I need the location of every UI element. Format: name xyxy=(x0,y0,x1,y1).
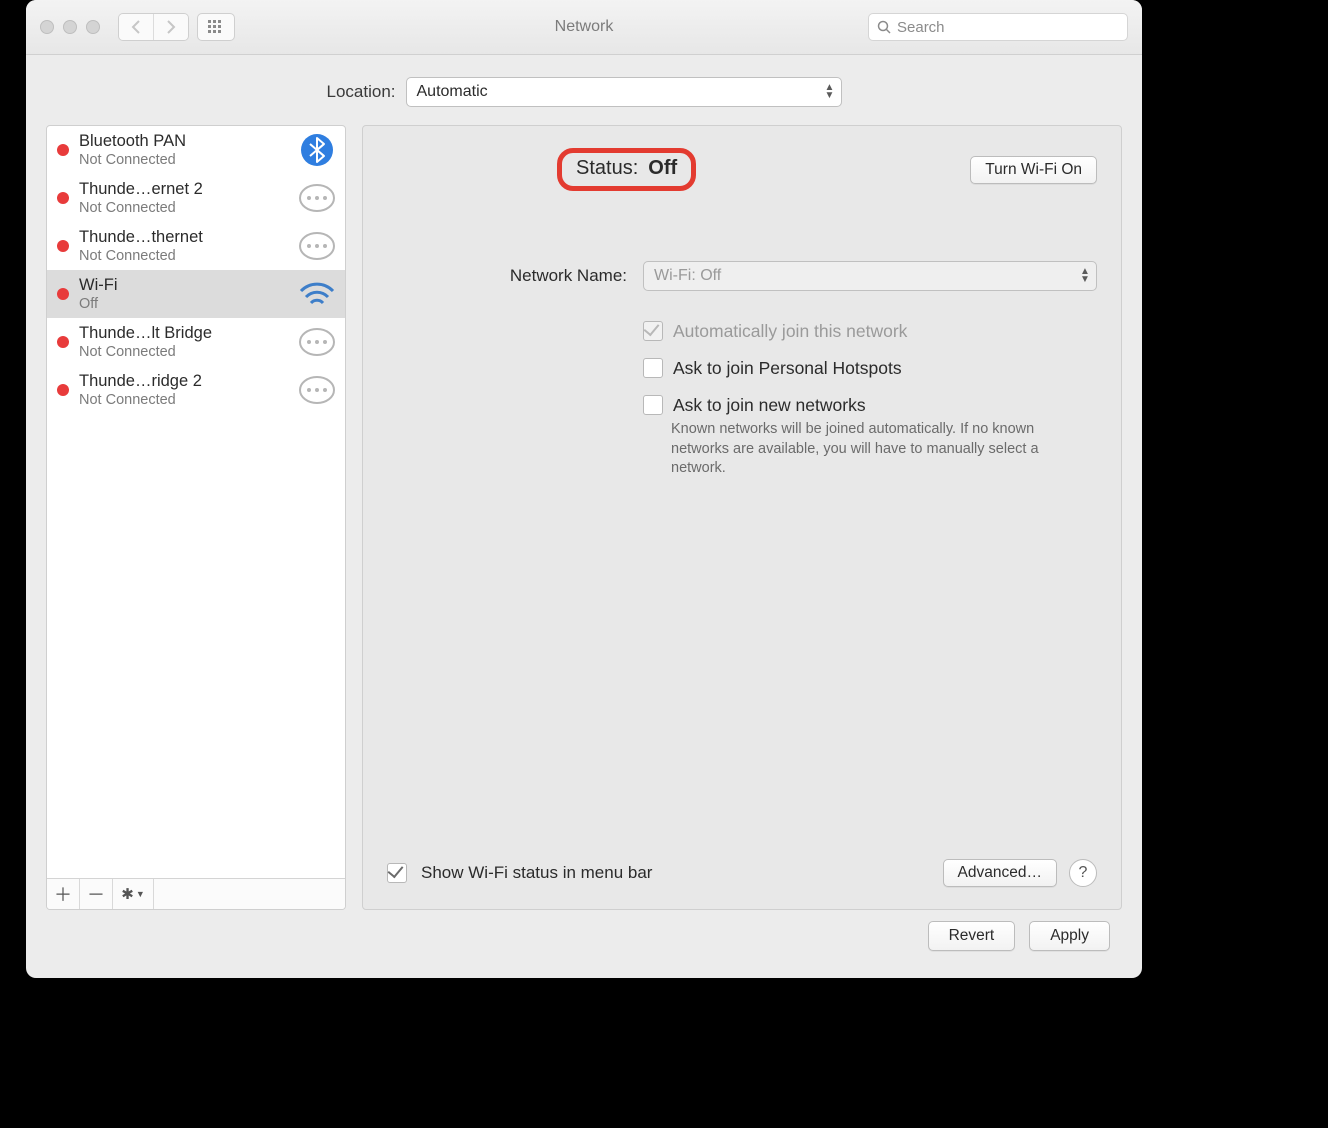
service-name: Bluetooth PAN xyxy=(79,132,287,151)
service-status: Not Connected xyxy=(79,344,287,360)
status-dot-icon xyxy=(57,336,69,348)
service-status: Not Connected xyxy=(79,392,287,408)
show-status-menu-checkbox[interactable] xyxy=(387,863,407,883)
show-status-menu-label: Show Wi-Fi status in menu bar xyxy=(421,863,652,883)
location-row: Location: Automatic ▲▼ xyxy=(46,77,1122,107)
back-button[interactable] xyxy=(119,14,153,40)
status-dot-icon xyxy=(57,192,69,204)
ask-new-label: Ask to join new networks xyxy=(673,395,866,416)
detail-panel: Status: Off Turn Wi-Fi On Network Name: … xyxy=(362,125,1122,910)
turn-wifi-on-button[interactable]: Turn Wi-Fi On xyxy=(970,156,1097,184)
footer-buttons: Revert Apply xyxy=(46,910,1122,962)
nav-buttons xyxy=(118,13,189,41)
status-dot-icon xyxy=(57,144,69,156)
service-item-wifi[interactable]: Wi-Fi Off xyxy=(47,270,345,318)
forward-button[interactable] xyxy=(153,14,188,40)
chevron-right-icon xyxy=(166,20,176,34)
services-sidebar: Bluetooth PAN Not Connected Thunde…ernet… xyxy=(46,125,346,910)
stepper-icon: ▲▼ xyxy=(1078,264,1092,288)
service-status: Not Connected xyxy=(79,248,287,264)
status-dot-icon xyxy=(57,384,69,396)
location-label: Location: xyxy=(327,82,396,102)
ask-hotspot-checkbox-row: Ask to join Personal Hotspots xyxy=(643,358,1097,379)
service-item-thunderbolt-ethernet[interactable]: Thunde…thernet Not Connected xyxy=(47,222,345,270)
status-dot-icon xyxy=(57,240,69,252)
minimize-window-button[interactable] xyxy=(63,20,77,34)
location-select[interactable]: Automatic ▲▼ xyxy=(406,77,842,107)
remove-service-button[interactable]: － xyxy=(80,879,113,909)
search-field[interactable]: Search xyxy=(868,13,1128,41)
service-name: Thunde…ernet 2 xyxy=(79,180,287,199)
service-name: Thunde…thernet xyxy=(79,228,287,247)
ask-new-help-text: Known networks will be joined automatica… xyxy=(671,420,1071,479)
status-dot-icon xyxy=(57,288,69,300)
thunderbolt-icon xyxy=(297,327,337,357)
revert-button[interactable]: Revert xyxy=(928,921,1016,951)
chevron-left-icon xyxy=(131,20,141,34)
service-item-thunderbolt-ethernet-2[interactable]: Thunde…ernet 2 Not Connected xyxy=(47,174,345,222)
services-list[interactable]: Bluetooth PAN Not Connected Thunde…ernet… xyxy=(47,126,345,878)
network-prefs-window: Network Search Location: Automatic ▲▼ Bl… xyxy=(26,0,1142,978)
network-name-select[interactable]: Wi-Fi: Off ▲▼ xyxy=(643,261,1097,291)
service-item-thunderbolt-bridge[interactable]: Thunde…lt Bridge Not Connected xyxy=(47,318,345,366)
search-icon xyxy=(877,20,891,34)
ask-new-checkbox[interactable] xyxy=(643,395,663,415)
status-label: Status: xyxy=(576,157,638,180)
close-window-button[interactable] xyxy=(40,20,54,34)
window-body: Location: Automatic ▲▼ Bluetooth PAN Not… xyxy=(26,55,1142,978)
location-value: Automatic xyxy=(417,83,488,101)
sidebar-actions: ＋ － ✱▼ xyxy=(47,878,345,909)
thunderbolt-icon xyxy=(297,183,337,213)
toggle-wifi-label: Turn Wi-Fi On xyxy=(985,161,1082,179)
ask-new-checkbox-row: Ask to join new networks xyxy=(643,395,1097,416)
auto-join-label: Automatically join this network xyxy=(673,321,907,342)
service-actions-menu[interactable]: ✱▼ xyxy=(113,879,154,909)
auto-join-checkbox-row: Automatically join this network xyxy=(643,321,1097,342)
thunderbolt-icon xyxy=(297,375,337,405)
revert-label: Revert xyxy=(949,927,995,945)
service-item-bluetooth-pan[interactable]: Bluetooth PAN Not Connected xyxy=(47,126,345,174)
ask-hotspot-label: Ask to join Personal Hotspots xyxy=(673,358,902,379)
window-controls xyxy=(40,20,100,34)
auto-join-checkbox[interactable] xyxy=(643,321,663,341)
apply-button[interactable]: Apply xyxy=(1029,921,1110,951)
service-name: Thunde…lt Bridge xyxy=(79,324,287,343)
toolbar: Network Search xyxy=(26,0,1142,55)
ask-hotspot-checkbox[interactable] xyxy=(643,358,663,378)
advanced-label: Advanced… xyxy=(958,864,1042,882)
add-service-button[interactable]: ＋ xyxy=(47,879,80,909)
service-name: Wi-Fi xyxy=(79,276,287,295)
zoom-window-button[interactable] xyxy=(86,20,100,34)
stepper-icon: ▲▼ xyxy=(823,80,837,104)
help-button[interactable]: ? xyxy=(1069,859,1097,887)
wifi-icon xyxy=(297,279,337,309)
network-name-label: Network Name: xyxy=(387,266,627,286)
chevron-down-icon: ▼ xyxy=(136,889,145,899)
show-all-button[interactable] xyxy=(197,13,235,41)
status-highlight: Status: Off xyxy=(557,148,696,191)
service-name: Thunde…ridge 2 xyxy=(79,372,287,391)
bluetooth-icon xyxy=(297,133,337,167)
search-placeholder: Search xyxy=(897,19,945,36)
advanced-button[interactable]: Advanced… xyxy=(943,859,1057,887)
service-status: Off xyxy=(79,296,287,312)
gear-icon: ✱ xyxy=(121,885,134,903)
service-item-thunderbolt-bridge-2[interactable]: Thunde…ridge 2 Not Connected xyxy=(47,366,345,414)
status-value: Off xyxy=(648,157,677,180)
network-name-value: Wi-Fi: Off xyxy=(654,267,721,285)
service-status: Not Connected xyxy=(79,152,287,168)
service-status: Not Connected xyxy=(79,200,287,216)
grid-icon xyxy=(208,20,224,34)
apply-label: Apply xyxy=(1050,927,1089,945)
thunderbolt-icon xyxy=(297,231,337,261)
